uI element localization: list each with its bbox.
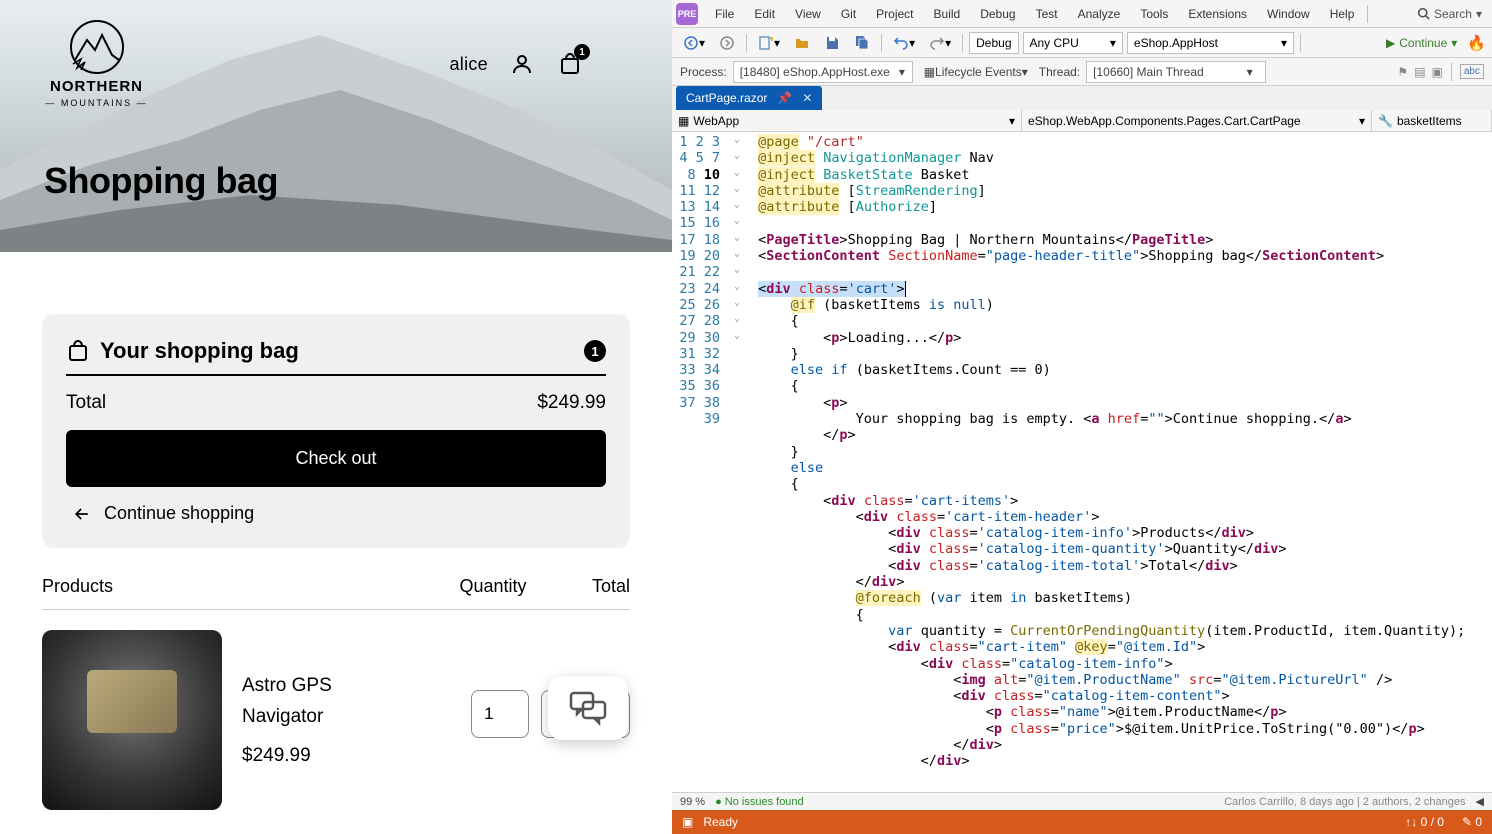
hot-reload-icon[interactable]: 🔥 — [1467, 34, 1486, 52]
product-name-1[interactable]: Astro GPS — [242, 674, 471, 699]
git-blame[interactable]: Carlos Carrillo, 8 days ago | 2 authors,… — [1224, 796, 1465, 808]
menu-window[interactable]: Window — [1258, 3, 1319, 25]
menu-build[interactable]: Build — [925, 3, 970, 25]
thread-dropdown[interactable]: [10660] Main Thread▾ — [1086, 61, 1266, 83]
redo-button[interactable]: ▾ — [924, 32, 956, 54]
menu-view[interactable]: View — [786, 3, 830, 25]
code-content[interactable]: @page "/cart" @inject NavigationManager … — [750, 132, 1492, 792]
issues-indicator[interactable]: ● No issues found — [715, 796, 804, 808]
menu-help[interactable]: Help — [1321, 3, 1364, 25]
brand-name: NORTHERN — [50, 79, 143, 94]
flag-icon[interactable]: ⚑ — [1397, 65, 1408, 79]
abc-icon[interactable]: abc — [1460, 64, 1484, 79]
items-header: Products Quantity Total — [42, 576, 630, 609]
lifecycle-button[interactable]: ▦ Lifecycle Events ▾ — [919, 61, 1033, 83]
chat-button[interactable] — [548, 676, 628, 740]
cart-badge: 1 — [574, 44, 590, 60]
quantity-input[interactable] — [471, 690, 529, 738]
zoom-level[interactable]: 99 % — [680, 796, 705, 808]
stack-icon[interactable]: ▤ — [1414, 65, 1425, 79]
code-editor[interactable]: 1 2 3 4 5 7 8 10 11 12 13 14 15 16 17 18… — [672, 132, 1492, 792]
card-title: Your shopping bag — [100, 338, 299, 364]
startup-dropdown[interactable]: eShop.AppHost▾ — [1127, 32, 1294, 54]
pin-icon[interactable]: 📌 — [777, 91, 792, 105]
menu-extensions[interactable]: Extensions — [1179, 3, 1256, 25]
nav-project[interactable]: ▦ WebApp▾ — [672, 110, 1022, 131]
menu-test[interactable]: Test — [1027, 3, 1067, 25]
page-title: Shopping bag — [44, 160, 278, 202]
config-dropdown[interactable]: Debug — [969, 32, 1018, 54]
line-gutter: 1 2 3 4 5 7 8 10 11 12 13 14 15 16 17 18… — [672, 132, 734, 792]
open-button[interactable] — [789, 32, 815, 54]
vs-debug-toolbar: Process: [18480] eShop.AppHost.exe▾ ▦ Li… — [672, 58, 1492, 86]
menu-edit[interactable]: Edit — [745, 3, 784, 25]
col-quantity: Quantity — [428, 576, 558, 597]
product-name-2[interactable]: Navigator — [242, 705, 471, 730]
continue-shopping-label: Continue shopping — [104, 503, 254, 524]
menu-debug[interactable]: Debug — [971, 3, 1024, 25]
checkout-button[interactable]: Check out — [66, 430, 606, 487]
username[interactable]: alice — [449, 54, 488, 75]
cart-summary-card: Your shopping bag 1 Total $249.99 Check … — [42, 314, 630, 548]
save-button[interactable] — [819, 32, 845, 54]
save-all-button[interactable] — [849, 32, 875, 54]
nav-back-button[interactable]: ▾ — [678, 32, 710, 54]
vs-statusbar: ▣ Ready ↑↓ 0 / 0 ✎ 0 — [672, 810, 1492, 834]
nav-fwd-button[interactable] — [714, 32, 740, 54]
menu-git[interactable]: Git — [832, 3, 865, 25]
continue-button[interactable]: ▶ Continue ▾ — [1386, 36, 1457, 50]
close-icon[interactable]: ✕ — [802, 91, 812, 105]
nav-member[interactable]: 🔧basketItems — [1372, 110, 1492, 131]
editor-tab[interactable]: CartPage.razor 📌 ✕ — [676, 86, 822, 110]
new-item-button[interactable]: ▾ — [753, 32, 785, 54]
nav-class[interactable]: eShop.WebApp.Components.Pages.Cart.CartP… — [1022, 110, 1372, 131]
menu-file[interactable]: File — [706, 3, 743, 25]
brand-sub: — MOUNTAINS — — [45, 98, 147, 108]
col-products: Products — [42, 576, 428, 597]
vs-editor-status: 99 % ● No issues found Carlos Carrillo, … — [672, 792, 1492, 810]
cart-item-row: Astro GPS Navigator $249.99 Update — [42, 609, 630, 810]
arrow-left-icon — [72, 504, 92, 524]
vs-navbar: ▦ WebApp▾ eShop.WebApp.Components.Pages.… — [672, 110, 1492, 132]
vs-app-icon[interactable]: PRE — [676, 3, 698, 25]
product-price: $249.99 — [242, 745, 471, 767]
scroll-left-icon[interactable]: ◀ — [1476, 795, 1484, 808]
total-value: $249.99 — [537, 392, 606, 414]
vs-menubar: PRE File Edit View Git Project Build Deb… — [672, 0, 1492, 28]
hero: NORTHERN — MOUNTAINS — alice 1 Shopping … — [0, 0, 672, 252]
webapp-panel: NORTHERN — MOUNTAINS — alice 1 Shopping … — [0, 0, 672, 834]
ready-label: Ready — [703, 815, 738, 829]
thread-label: Thread: — [1039, 65, 1080, 79]
total-label: Total — [66, 392, 106, 414]
vs-tab-row: CartPage.razor 📌 ✕ — [672, 86, 1492, 110]
platform-dropdown[interactable]: Any CPU▾ — [1023, 32, 1123, 54]
fold-column[interactable]: ⌄ ⌄ ⌄ ⌄ ⌄ ⌄ ⌄ ⌄ ⌄ ⌄ ⌄ ⌄ ⌄ — [734, 132, 750, 792]
card-count-badge: 1 — [584, 340, 606, 362]
brand-logo[interactable]: NORTHERN — MOUNTAINS — — [44, 20, 149, 110]
menu-project[interactable]: Project — [867, 3, 922, 25]
frame-icon[interactable]: ▣ — [1432, 65, 1443, 79]
git-sync[interactable]: ↑↓ 0 / 0 — [1405, 815, 1444, 829]
process-label: Process: — [680, 65, 727, 79]
vs-toolbar: ▾ ▾ ▾ ▾ Debug Any CPU▾ eShop.AppHost▾ ▶ … — [672, 28, 1492, 58]
git-changes[interactable]: ✎ 0 — [1462, 815, 1482, 829]
process-dropdown[interactable]: [18480] eShop.AppHost.exe▾ — [733, 61, 913, 83]
product-image[interactable] — [42, 630, 222, 810]
mountain-logo-icon — [67, 20, 127, 75]
col-total: Total — [558, 576, 630, 597]
account-icon[interactable] — [508, 50, 536, 78]
chat-icon — [568, 690, 608, 726]
bag-icon — [66, 339, 90, 363]
cart-icon[interactable]: 1 — [556, 50, 584, 78]
output-icon[interactable]: ▣ — [682, 815, 693, 829]
visual-studio-panel: PRE File Edit View Git Project Build Deb… — [672, 0, 1492, 834]
continue-shopping-link[interactable]: Continue shopping — [66, 487, 606, 524]
vs-search[interactable]: Search ▾ — [1411, 7, 1488, 21]
menu-tools[interactable]: Tools — [1131, 3, 1177, 25]
undo-button[interactable]: ▾ — [888, 32, 920, 54]
search-icon — [1417, 7, 1430, 20]
menu-analyze[interactable]: Analyze — [1069, 3, 1130, 25]
